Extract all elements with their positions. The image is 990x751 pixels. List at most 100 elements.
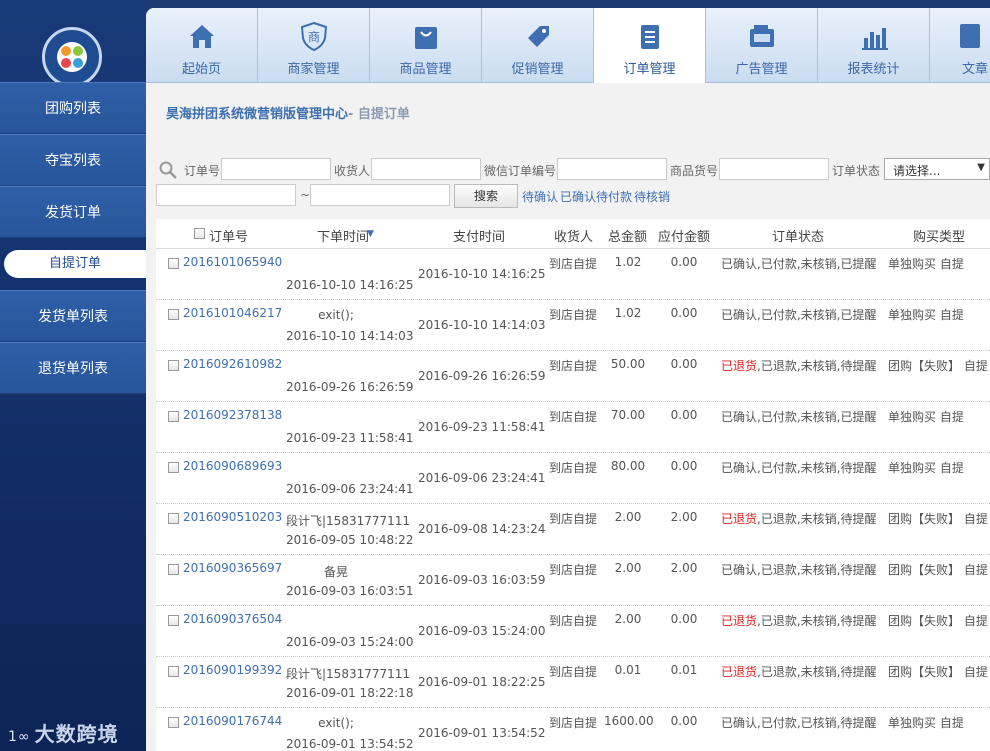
- row-checkbox[interactable]: [168, 360, 179, 371]
- col-pay-time: 支付时间: [453, 230, 506, 245]
- top-nav: 起始页 商 商家管理 商品管理 促销管理 订单管理 广告管理 报表统计 文章: [146, 8, 990, 83]
- search-button[interactable]: 搜索: [454, 184, 518, 208]
- logo-flower-icon: [57, 42, 87, 72]
- date-start-input[interactable]: [156, 184, 296, 206]
- quick-filter-pending-confirm[interactable]: 待确认: [522, 188, 558, 205]
- order-id-link[interactable]: 2016090199392: [183, 663, 282, 677]
- goods-no-input[interactable]: [719, 158, 829, 180]
- filter-row-2: ~ 搜索 待确认 已确认待付款 待核销: [156, 184, 990, 208]
- tab-promotion[interactable]: 促销管理: [482, 8, 594, 83]
- quick-filter-confirmed-unpaid[interactable]: 已确认待付款: [560, 188, 632, 205]
- cell-buyer: exit();: [318, 308, 354, 322]
- cell-buyer: 段计飞|15831777111: [286, 514, 411, 528]
- row-checkbox[interactable]: [168, 309, 179, 320]
- table-row[interactable]: 2016101065940 2016-10-10 14:16:25 2016-10-…: [156, 249, 990, 300]
- tab-articles[interactable]: 文章: [930, 8, 990, 83]
- row-checkbox[interactable]: [168, 666, 179, 677]
- tab-label: 广告管理: [735, 62, 788, 77]
- cell-order-time: 2016-09-05 10:48:22: [286, 533, 414, 547]
- order-id-link[interactable]: 2016092610982: [183, 357, 282, 371]
- row-checkbox[interactable]: [168, 615, 179, 626]
- table-row[interactable]: 2016092610982 2016-09-26 16:26:59 2016-09-…: [156, 351, 990, 402]
- receiver-input[interactable]: [371, 158, 481, 180]
- filter-row-1: 订单号 收货人 微信订单编号 商品货号 订单状态 请选择... ▼: [156, 158, 990, 182]
- wechat-order-input[interactable]: [557, 158, 667, 180]
- cell-status: 已确认,已付款,未核销,已提醒: [721, 306, 876, 323]
- row-checkbox[interactable]: [168, 258, 179, 269]
- cell-status: 已确认,已付款,已核销,待提醒: [721, 714, 876, 731]
- cell-status: 已退货,已退款,未核销,待提醒: [721, 663, 876, 680]
- tab-start[interactable]: 起始页: [146, 8, 258, 83]
- order-id-link[interactable]: 2016090365697: [183, 561, 282, 575]
- table-row[interactable]: 2016090199392 段计飞|15831777111 2016-09-01 1…: [156, 657, 990, 708]
- sidebar-item-return-list[interactable]: 退货单列表: [0, 342, 146, 394]
- cell-payable: 0.00: [670, 612, 698, 626]
- order-id-link[interactable]: 2016090689693: [183, 459, 282, 473]
- cell-receiver: 到店自提: [549, 257, 598, 271]
- col-receiver: 收货人: [554, 230, 594, 245]
- sidebar-item-shipping-orders[interactable]: 发货订单: [0, 186, 146, 238]
- status-rest: ,已退款,未核销,待提醒: [757, 563, 877, 577]
- order-id-link[interactable]: 2016090176744: [183, 714, 282, 728]
- sidebar-item-pickup-orders[interactable]: 自提订单: [0, 238, 146, 290]
- tab-orders[interactable]: 订单管理: [594, 8, 706, 83]
- cell-status: 已确认,已付款,未核销,已提醒: [721, 255, 876, 272]
- cell-receiver: 到店自提: [549, 665, 598, 679]
- cell-payable: 0.00: [670, 357, 698, 371]
- sidebar-item-delivery-list[interactable]: 发货单列表: [0, 290, 146, 342]
- cell-payable: 2.00: [670, 510, 698, 524]
- sidebar-item-treasure[interactable]: 夺宝列表: [0, 134, 146, 186]
- col-order-time[interactable]: 下单时间: [317, 226, 369, 245]
- cell-total: 50.00: [610, 357, 646, 371]
- breadcrumb-title[interactable]: 昊海拼团系统微营销版管理中心: [166, 107, 348, 122]
- row-checkbox[interactable]: [168, 564, 179, 575]
- order-id-link[interactable]: 2016101046217: [183, 306, 282, 320]
- row-checkbox[interactable]: [168, 513, 179, 524]
- order-id-link[interactable]: 2016090510203: [183, 510, 282, 524]
- table-row[interactable]: 2016101046217 exit(); 2016-10-10 14:14:03 2…: [156, 300, 990, 351]
- table-row[interactable]: 2016090689693 2016-09-06 23:24:41 2016-09-…: [156, 453, 990, 504]
- tag-icon: [528, 26, 549, 47]
- quick-filter-pending-verify[interactable]: 待核销: [634, 188, 670, 205]
- sort-desc-icon[interactable]: ▼: [367, 229, 374, 239]
- table-row[interactable]: 2016090176744 exit(); 2016-09-01 13:54:52 2…: [156, 708, 990, 751]
- cell-pay-time: 2016-10-10 14:14:03: [418, 318, 546, 332]
- cell-buy-type: 单独购买 自提: [888, 308, 964, 322]
- row-checkbox[interactable]: [168, 411, 179, 422]
- date-end-input[interactable]: [310, 184, 450, 206]
- order-id-link[interactable]: 2016101065940: [183, 255, 282, 269]
- status-select[interactable]: 请选择... ▼: [884, 158, 990, 180]
- cell-status: 已退货,已退款,未核销,待提醒: [721, 612, 876, 629]
- status-rest: ,已付款,未核销,已提醒: [757, 257, 877, 271]
- tab-reports[interactable]: 报表统计: [818, 8, 930, 83]
- table-row[interactable]: 2016092378138 2016-09-23 11:58:41 2016-09-…: [156, 402, 990, 453]
- table-row[interactable]: 2016090365697 备晃 2016-09-03 16:03:51 2016-0…: [156, 555, 990, 606]
- logo[interactable]: [42, 27, 102, 87]
- cell-payable: 0.00: [670, 255, 698, 269]
- shopping-bag-icon: [415, 27, 437, 49]
- row-checkbox[interactable]: [168, 717, 179, 728]
- table-header: 订单号 下单时间 ▼ 支付时间 收货人 总金额 应付金额 订单状态 购买类型: [156, 219, 990, 249]
- cell-total: 80.00: [610, 459, 646, 473]
- select-all-checkbox[interactable]: [194, 228, 205, 239]
- cell-pay-time: 2016-09-03 15:24:00: [418, 624, 546, 638]
- order-id-link[interactable]: 2016090376504: [183, 612, 282, 626]
- cell-payable: 2.00: [670, 561, 698, 575]
- cell-buy-type: 单独购买 自提: [888, 716, 964, 730]
- cell-receiver: 到店自提: [549, 614, 598, 628]
- cell-buy-type: 单独购买 自提: [888, 461, 964, 475]
- order-id-link[interactable]: 2016092378138: [183, 408, 282, 422]
- row-checkbox[interactable]: [168, 462, 179, 473]
- cell-order-time: 2016-09-01 18:22:18: [286, 686, 414, 700]
- cell-order-time: 2016-09-06 23:24:41: [286, 482, 414, 496]
- sidebar-item-group-buy[interactable]: 团购列表: [0, 82, 146, 134]
- tab-ads[interactable]: 广告管理: [706, 8, 818, 83]
- order-no-input[interactable]: [221, 158, 331, 180]
- tab-merchant[interactable]: 商 商家管理: [258, 8, 370, 83]
- table-row[interactable]: 2016090510203 段计飞|15831777111 2016-09-05 1…: [156, 504, 990, 555]
- cell-total: 70.00: [610, 408, 646, 422]
- cell-buy-type: 团购【失败】 自提: [888, 614, 988, 628]
- table-row[interactable]: 2016090376504 2016-09-03 15:24:00 2016-09-…: [156, 606, 990, 657]
- tab-goods[interactable]: 商品管理: [370, 8, 482, 83]
- cell-buy-type: 团购【失败】 自提: [888, 563, 988, 577]
